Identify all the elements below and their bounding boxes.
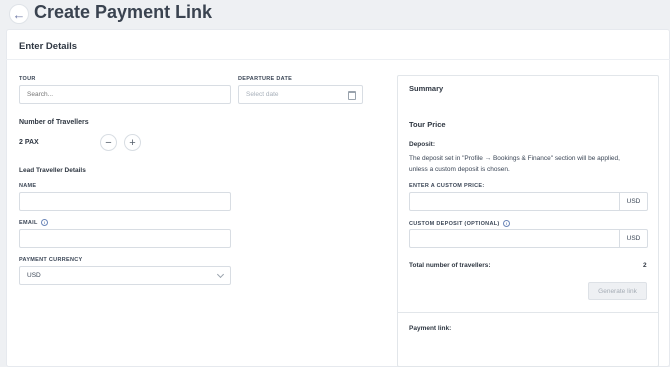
payment-currency-select[interactable]: USD: [19, 266, 231, 285]
card-header: Enter Details: [19, 41, 78, 52]
deposit-note-line-2: unless a custom deposit is chosen.: [409, 166, 510, 173]
travellers-count: 2 PAX: [19, 139, 39, 146]
summary-title: Summary: [409, 84, 444, 93]
summary-divider: [397, 312, 659, 313]
tour-price-heading: Tour Price: [409, 120, 446, 129]
tour-search-input[interactable]: [19, 85, 231, 104]
payment-currency-value: USD: [27, 272, 41, 279]
name-label: NAME: [19, 183, 37, 189]
lead-traveller-heading: Lead Traveller Details: [19, 167, 86, 174]
departure-date-input[interactable]: Select date: [238, 85, 363, 104]
total-travellers-label: Total number of travellers:: [409, 262, 491, 269]
departure-date-label: DEPARTURE DATE: [238, 76, 293, 82]
custom-deposit-currency: USD: [619, 230, 647, 247]
custom-price-currency: USD: [619, 193, 647, 210]
page-title: Create Payment Link: [34, 2, 213, 22]
departure-date-placeholder: Select date: [246, 91, 279, 98]
custom-deposit-label-text: CUSTOM DEPOSIT (OPTIONAL): [409, 220, 500, 227]
total-travellers-value: 2: [643, 262, 647, 269]
info-icon[interactable]: i: [41, 219, 49, 226]
back-button[interactable]: ←: [9, 4, 29, 24]
tour-label: TOUR: [19, 76, 36, 82]
info-icon[interactable]: i: [503, 220, 511, 227]
custom-price-label: ENTER A CUSTOM PRICE:: [409, 183, 485, 189]
decrease-travellers-button[interactable]: −: [100, 134, 117, 151]
header-divider: [6, 59, 670, 60]
minus-icon: −: [105, 136, 112, 149]
increase-travellers-button[interactable]: +: [124, 134, 141, 151]
payment-currency-label: PAYMENT CURRENCY: [19, 257, 83, 263]
travellers-label: Number of Travellers: [19, 119, 89, 126]
custom-price-input[interactable]: [410, 193, 619, 210]
custom-price-field: USD: [409, 192, 648, 211]
plus-icon: +: [129, 136, 136, 149]
chevron-down-icon: [216, 270, 225, 279]
email-label-text: EMAIL: [19, 219, 38, 226]
payment-link-label: Payment link:: [409, 325, 452, 332]
custom-deposit-label: CUSTOM DEPOSIT (OPTIONAL) i: [409, 220, 511, 227]
email-label: EMAIL i: [19, 219, 49, 226]
custom-deposit-input[interactable]: [410, 230, 619, 247]
arrow-left-icon: ←: [12, 6, 26, 22]
generate-link-button[interactable]: Generate link: [588, 282, 647, 300]
deposit-note-line-1: The deposit set in "Profile → Bookings &…: [409, 155, 620, 162]
name-input[interactable]: [19, 192, 231, 211]
email-input[interactable]: [19, 229, 231, 248]
calendar-icon: [348, 91, 356, 100]
deposit-label: Deposit:: [409, 141, 435, 148]
custom-deposit-field: USD: [409, 229, 648, 248]
